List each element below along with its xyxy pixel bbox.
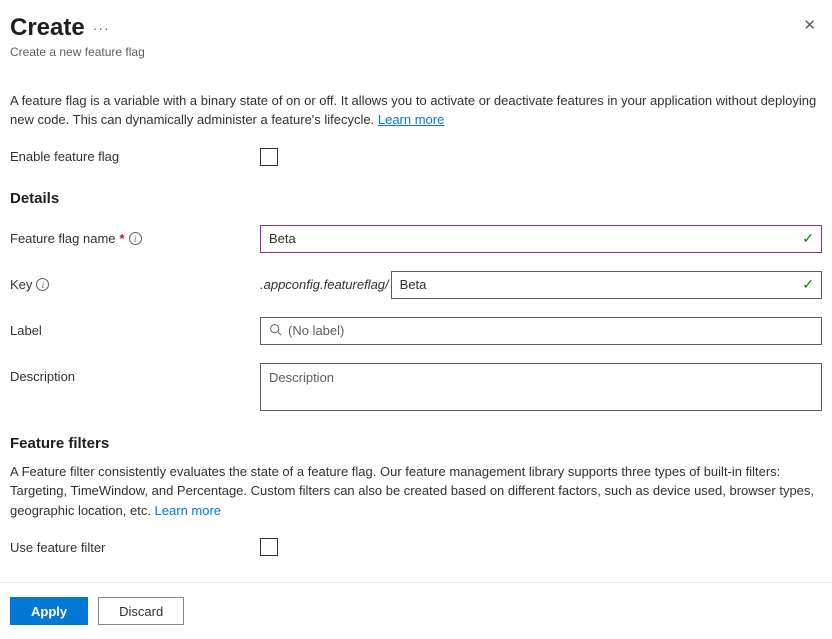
required-asterisk: * (120, 231, 125, 246)
details-heading: Details (10, 190, 822, 207)
filters-heading: Feature filters (10, 435, 822, 452)
use-filter-label: Use feature filter (10, 540, 260, 555)
intro-text: A feature flag is a variable with a bina… (10, 91, 822, 130)
intro-learn-more-link[interactable]: Learn more (378, 112, 444, 127)
feature-flag-name-input[interactable] (260, 225, 822, 253)
page-subtitle: Create a new feature flag (10, 45, 145, 59)
use-filter-checkbox[interactable] (260, 538, 278, 556)
filters-learn-more-link[interactable]: Learn more (155, 503, 221, 518)
key-label: Key (10, 277, 32, 292)
enable-flag-label: Enable feature flag (10, 149, 260, 164)
label-placeholder: (No label) (288, 323, 344, 338)
info-icon[interactable]: i (129, 232, 142, 245)
enable-flag-checkbox[interactable] (260, 148, 278, 166)
description-textarea[interactable] (260, 363, 822, 411)
filters-text: A Feature filter consistently evaluates … (10, 462, 822, 521)
search-icon (269, 323, 282, 339)
key-input[interactable] (391, 271, 822, 299)
label-label: Label (10, 323, 260, 338)
filters-text-body: A Feature filter consistently evaluates … (10, 464, 814, 518)
label-input[interactable]: (No label) (260, 317, 822, 345)
info-icon[interactable]: i (36, 278, 49, 291)
description-label: Description (10, 363, 260, 384)
apply-button[interactable]: Apply (10, 597, 88, 625)
more-actions-icon[interactable]: ··· (91, 20, 112, 36)
name-label: Feature flag name (10, 231, 116, 246)
key-prefix: .appconfig.featureflag/ (260, 277, 389, 292)
page-title: Create (10, 14, 85, 43)
discard-button[interactable]: Discard (98, 597, 184, 625)
close-icon[interactable]: ✕ (797, 14, 822, 37)
